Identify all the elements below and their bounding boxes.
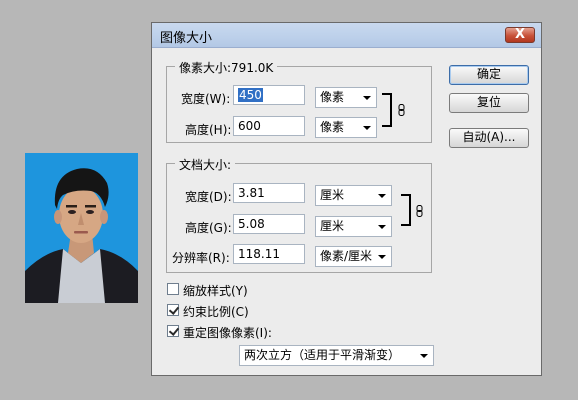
resample-image-label[interactable]: 重定图像像素(I): <box>183 324 272 341</box>
resample-image-checkbox[interactable] <box>167 325 180 337</box>
resample-method-select[interactable]: 两次立方（适用于平滑渐变） <box>239 345 434 366</box>
chevron-down-icon <box>378 225 386 229</box>
reset-button[interactable]: 复位 <box>449 93 529 113</box>
doc-height-unit-select[interactable]: 厘米 <box>315 216 392 237</box>
ok-button[interactable]: 确定 <box>449 65 529 85</box>
scale-styles-label[interactable]: 缩放样式(Y) <box>183 282 248 299</box>
chevron-down-icon <box>363 96 371 100</box>
resolution-label: 分辨率(R): <box>172 251 230 265</box>
document-size-label: 文档大小: <box>175 156 236 173</box>
chain-link-icon <box>398 104 405 116</box>
constrain-proportions-checkbox[interactable] <box>167 304 180 316</box>
resolution-input[interactable]: 118.11 <box>233 244 305 264</box>
chevron-down-icon <box>363 126 371 130</box>
resolution-unit-select[interactable]: 像素/厘米 <box>315 246 392 267</box>
image-size-dialog: 图像大小 X 像素大小:791.0K 宽度(W): 450 像素 高度(H): … <box>151 22 542 376</box>
close-button[interactable]: X <box>505 27 535 43</box>
chevron-down-icon <box>378 194 386 198</box>
auto-button[interactable]: 自动(A)... <box>449 128 529 148</box>
pixel-height-label: 高度(H): <box>185 123 232 137</box>
portrait-image <box>25 153 138 303</box>
pixel-width-label: 宽度(W): <box>181 92 231 106</box>
pixel-width-unit-select[interactable]: 像素 <box>315 87 377 108</box>
doc-width-label: 宽度(D): <box>185 190 232 204</box>
pixel-dimensions-label: 像素大小:791.0K <box>175 59 278 76</box>
pixel-width-input[interactable]: 450 <box>233 85 305 105</box>
checkmark-icon <box>168 325 180 336</box>
pixel-link-bracket <box>382 93 392 127</box>
doc-height-input[interactable]: 5.08 <box>233 214 305 234</box>
chevron-down-icon <box>378 255 386 259</box>
portrait-photo <box>25 153 138 303</box>
doc-width-input[interactable]: 3.81 <box>233 183 305 203</box>
pixel-height-input[interactable]: 600 <box>233 116 305 136</box>
checkmark-icon <box>168 304 180 315</box>
scale-styles-checkbox[interactable] <box>167 283 179 295</box>
pixel-height-unit-select[interactable]: 像素 <box>315 117 377 138</box>
doc-height-label: 高度(G): <box>185 221 232 235</box>
title-bar: 图像大小 X <box>152 23 541 48</box>
document-link-bracket <box>401 194 411 226</box>
constrain-proportions-label[interactable]: 约束比例(C) <box>183 303 249 320</box>
chevron-down-icon <box>420 354 428 358</box>
close-icon: X <box>514 27 526 42</box>
dialog-title: 图像大小 <box>160 31 213 46</box>
chain-link-icon <box>416 205 423 217</box>
doc-width-unit-select[interactable]: 厘米 <box>315 185 392 206</box>
